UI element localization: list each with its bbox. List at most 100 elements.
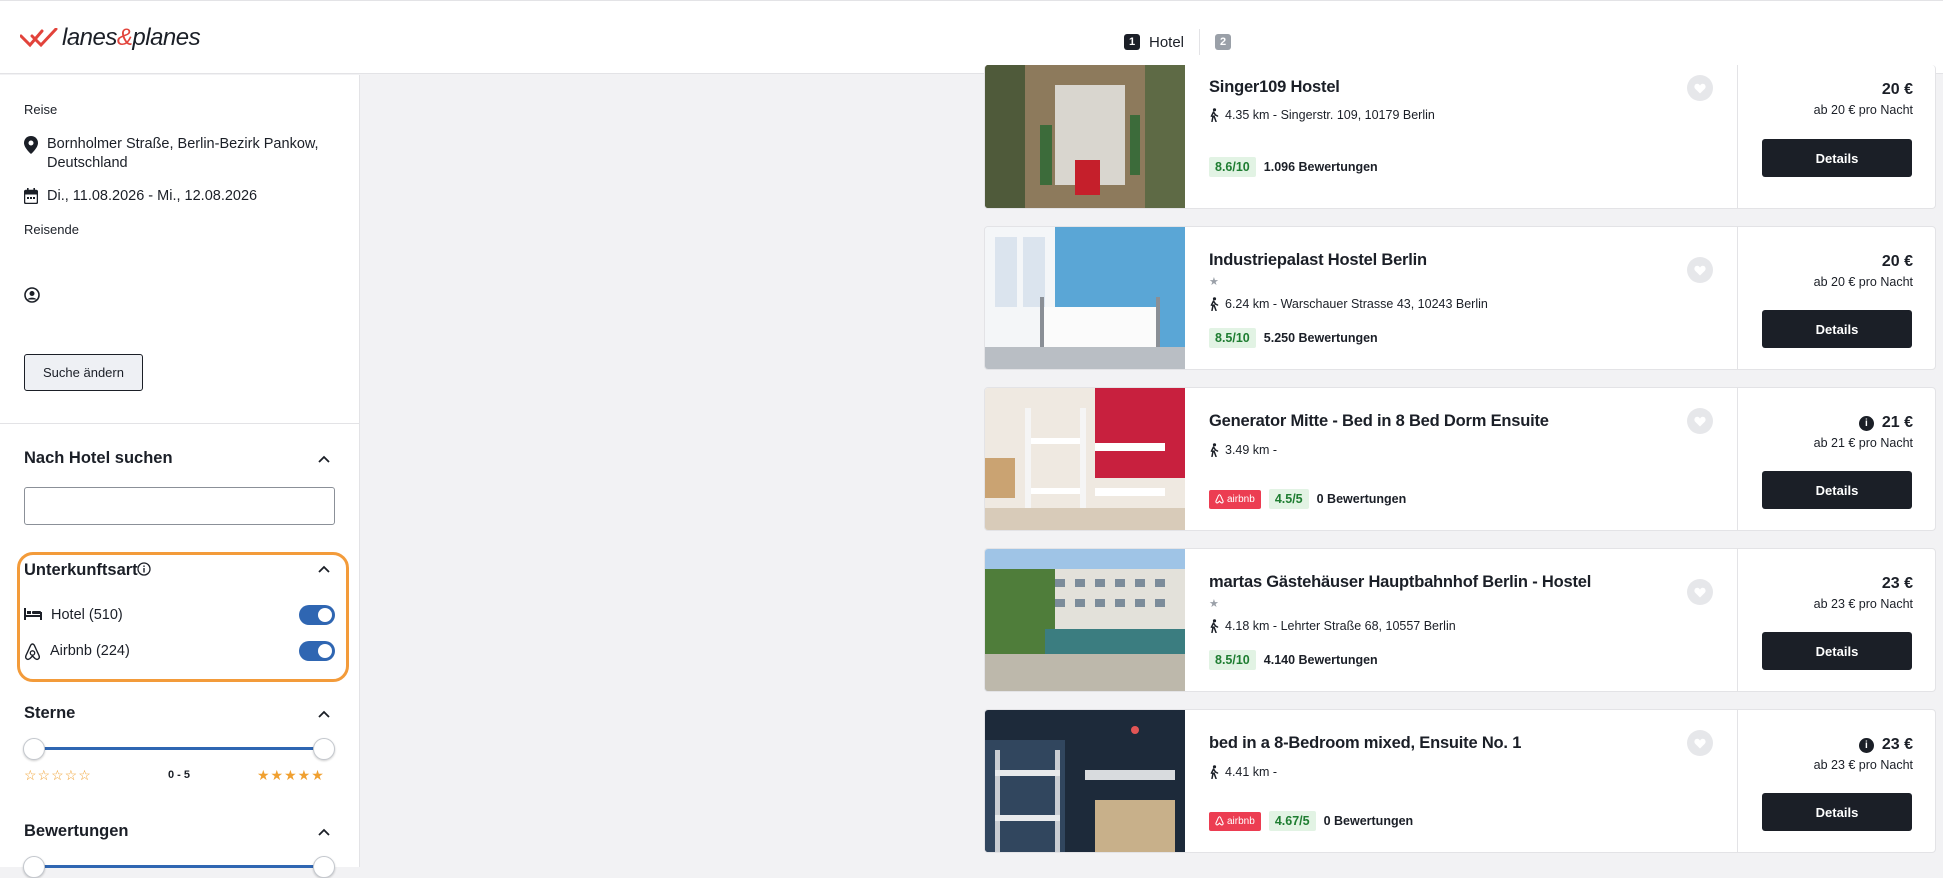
review-count: 4.140 Bewertungen: [1263, 653, 1378, 667]
hotel-name[interactable]: Generator Mitte - Bed in 8 Bed Dorm Ensu…: [1209, 412, 1549, 431]
stars-slider-track[interactable]: [34, 747, 324, 750]
favorite-button[interactable]: [1687, 257, 1713, 283]
heart-icon: [1694, 416, 1706, 426]
logo-text: lanes&planes: [62, 24, 201, 51]
price-column: 20 € ab 20 € pro Nacht Details: [1737, 65, 1935, 208]
traveler-row: [24, 286, 40, 303]
review-count: 0 Bewertungen: [1323, 814, 1414, 828]
reviews-slider-max-handle[interactable]: [313, 856, 335, 878]
airbnb-option-label: Airbnb (224): [50, 643, 130, 659]
walking-icon: [1210, 108, 1219, 122]
details-button[interactable]: Details: [1762, 793, 1912, 831]
heart-icon: [1694, 738, 1706, 748]
hotel-card[interactable]: Industriepalast Hostel Berlin ★ 6.24 km …: [984, 226, 1936, 370]
details-button[interactable]: Details: [1762, 139, 1912, 177]
top-bar: lanes&planes 1 Hotel 2: [0, 0, 1943, 74]
step-1-number: 1: [1124, 34, 1140, 50]
hotel-photo[interactable]: [985, 227, 1185, 369]
bed-icon: [24, 608, 42, 620]
distance-row: 4.35 km - Singerstr. 109, 10179 Berlin: [1209, 108, 1435, 122]
distance-text: 6.24 km - Warschauer Strasse 43, 10243 B…: [1225, 297, 1488, 311]
price-per-night: ab 20 € pro Nacht: [1813, 275, 1913, 289]
distance-row: 4.41 km -: [1209, 765, 1277, 779]
stars-slider-min-handle[interactable]: [23, 738, 45, 760]
rating-badge: 8.6/10: [1209, 157, 1256, 177]
stars-min-display: ☆☆☆☆☆: [24, 767, 92, 783]
heart-icon: [1694, 265, 1706, 275]
price: 20 €: [1881, 253, 1913, 270]
hotel-photo[interactable]: [985, 65, 1185, 208]
walking-icon: [1210, 297, 1219, 311]
rating-row: 8.6/10 1.096 Bewertungen: [1209, 157, 1378, 177]
step-divider: [1199, 29, 1201, 55]
rating-row: airbnb 4.67/5 0 Bewertungen: [1209, 811, 1413, 831]
distance-text: 4.35 km - Singerstr. 109, 10179 Berlin: [1225, 108, 1435, 122]
booking-steps: 1 Hotel 2: [1124, 29, 1232, 55]
price-column: 23 € ab 23 € pro Nacht Details: [1737, 549, 1935, 691]
stars-slider-max-handle[interactable]: [313, 738, 335, 760]
airbnb-toggle[interactable]: [299, 641, 335, 661]
info-icon[interactable]: i: [1858, 415, 1874, 431]
chevron-up-icon[interactable]: [318, 828, 330, 836]
travelers-label: Reisende: [24, 222, 79, 237]
hotel-toggle[interactable]: [299, 605, 335, 625]
review-count: 1.096 Bewertungen: [1263, 160, 1378, 174]
accommodation-option-airbnb: Airbnb (224): [24, 642, 130, 661]
info-circle-icon[interactable]: [137, 562, 151, 576]
hotel-name[interactable]: martas Gästehäuser Hauptbahnhof Berlin -…: [1209, 573, 1591, 592]
logo-mark-icon: [20, 28, 58, 48]
info-icon[interactable]: i: [1858, 737, 1874, 753]
rating-badge: 4.67/5: [1268, 811, 1316, 831]
airbnb-icon: [1215, 494, 1224, 504]
hotel-photo[interactable]: [985, 549, 1185, 691]
chevron-up-icon[interactable]: [318, 565, 330, 573]
lanes-planes-logo[interactable]: lanes&planes: [20, 23, 201, 53]
review-count: 5.250 Bewertungen: [1263, 331, 1378, 345]
hotel-card[interactable]: Singer109 Hostel 4.35 km - Singerstr. 10…: [984, 65, 1936, 209]
trip-label: Reise: [24, 102, 58, 117]
step-1-label[interactable]: Hotel: [1149, 34, 1184, 51]
change-search-button[interactable]: Suche ändern: [24, 354, 143, 391]
user-circle-icon: [24, 287, 40, 303]
hotel-name[interactable]: Singer109 Hostel: [1209, 78, 1340, 97]
favorite-button[interactable]: [1687, 730, 1713, 756]
distance-text: 4.18 km - Lehrter Straße 68, 10557 Berli…: [1225, 619, 1456, 633]
reviews-title: Bewertungen: [24, 822, 129, 840]
chevron-up-icon[interactable]: [318, 455, 330, 463]
price: 23 €: [1881, 575, 1913, 592]
filter-sidebar: Reise Bornholmer Straße, Berlin-Bezirk P…: [0, 75, 360, 878]
chevron-up-icon[interactable]: [318, 710, 330, 718]
details-button[interactable]: Details: [1762, 310, 1912, 348]
dates-text: Di., 11.08.2026 - Mi., 12.08.2026: [47, 188, 258, 204]
distance-row: 6.24 km - Warschauer Strasse 43, 10243 B…: [1209, 297, 1488, 311]
details-button[interactable]: Details: [1762, 632, 1912, 670]
hotel-card[interactable]: martas Gästehäuser Hauptbahnhof Berlin -…: [984, 548, 1936, 692]
details-button[interactable]: Details: [1762, 471, 1912, 509]
hotel-search-input[interactable]: [24, 487, 335, 525]
favorite-button[interactable]: [1687, 75, 1713, 101]
price-column: i 23 € ab 23 € pro Nacht Details: [1737, 710, 1935, 852]
hotel-card[interactable]: Generator Mitte - Bed in 8 Bed Dorm Ensu…: [984, 387, 1936, 531]
hotel-name[interactable]: bed in a 8-Bedroom mixed, Ensuite No. 1: [1209, 734, 1521, 753]
reviews-slider-min-handle[interactable]: [23, 856, 45, 878]
step-2-number[interactable]: 2: [1215, 34, 1232, 50]
airbnb-icon: [25, 643, 40, 660]
price-column: i 21 € ab 21 € pro Nacht Details: [1737, 388, 1935, 530]
location-pin-icon: [24, 136, 38, 154]
stars-range-label: 0 - 5: [168, 769, 191, 781]
walking-icon: [1210, 765, 1219, 779]
hotel-star-rating: ★: [1209, 276, 1219, 288]
rating-row: airbnb 4.5/5 0 Bewertungen: [1209, 489, 1406, 509]
favorite-button[interactable]: [1687, 408, 1713, 434]
hotel-photo[interactable]: [985, 388, 1185, 530]
heart-icon: [1694, 587, 1706, 597]
favorite-button[interactable]: [1687, 579, 1713, 605]
hotel-name[interactable]: Industriepalast Hostel Berlin: [1209, 251, 1427, 270]
stars-title: Sterne: [24, 704, 76, 722]
location-text: Bornholmer Straße, Berlin-Bezirk Pankow,…: [47, 136, 319, 171]
airbnb-badge: airbnb: [1209, 489, 1261, 509]
hotel-star-rating: ★: [1209, 598, 1219, 610]
hotel-photo[interactable]: [985, 710, 1185, 852]
price: i 23 €: [1858, 736, 1913, 754]
hotel-card[interactable]: bed in a 8-Bedroom mixed, Ensuite No. 1 …: [984, 709, 1936, 853]
